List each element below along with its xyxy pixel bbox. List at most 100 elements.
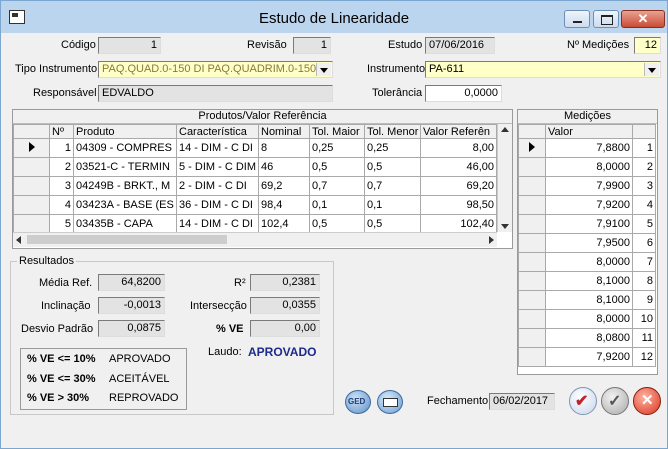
produtos-vertical-scrollbar[interactable] xyxy=(497,124,512,232)
cell-nominal[interactable]: 98,4 xyxy=(258,195,310,215)
medicoes-count-field[interactable]: 12 xyxy=(634,37,661,54)
r2-field[interactable]: 0,2381 xyxy=(250,274,320,291)
cell-valor[interactable]: 8,0000 xyxy=(545,157,633,177)
cell-produto[interactable]: 04309 - COMPRES xyxy=(73,138,177,158)
column-header-produto[interactable]: Produto xyxy=(73,124,177,139)
cell-valor[interactable]: 7,9500 xyxy=(545,233,633,253)
cell-n[interactable]: 4 xyxy=(49,195,74,215)
column-header-valor-referencia[interactable]: Valor Referên xyxy=(420,124,497,139)
cell-caracteristica[interactable]: 14 - DIM - C DI xyxy=(176,138,259,158)
table-row[interactable]: 2 03521-C - TERMIN 5 - DIM - C DIM 46 0,… xyxy=(13,157,497,177)
cell-tol-menor[interactable]: 0,1 xyxy=(364,195,421,215)
cell-produto[interactable]: 03435B - CAPA xyxy=(73,214,177,234)
table-row[interactable]: 5 03435B - CAPA 14 - DIM - C DI 102,4 0,… xyxy=(13,214,497,234)
cell-tol-menor[interactable]: 0,5 xyxy=(364,157,421,177)
produtos-horizontal-scrollbar[interactable] xyxy=(13,232,497,247)
cell-tol-maior[interactable]: 0,5 xyxy=(309,214,365,234)
cell-nominal[interactable]: 69,2 xyxy=(258,176,310,196)
cell-tol-maior[interactable]: 0,7 xyxy=(309,176,365,196)
tolerancia-field[interactable]: 0,0000 xyxy=(425,85,502,102)
cancel-button[interactable]: ✕ xyxy=(633,387,661,415)
cell-n[interactable]: 5 xyxy=(49,214,74,234)
table-row[interactable]: 8,0000 7 xyxy=(518,252,656,272)
scroll-right-icon[interactable] xyxy=(489,236,494,244)
print-button[interactable] xyxy=(377,390,403,414)
cell-nominal[interactable]: 8 xyxy=(258,138,310,158)
cell-nominal[interactable]: 46 xyxy=(258,157,310,177)
table-row[interactable]: 7,9100 5 xyxy=(518,214,656,234)
column-header-tol-menor[interactable]: Tol. Menor xyxy=(364,124,421,139)
cell-valor[interactable]: 7,9900 xyxy=(545,176,633,196)
cell-valor-referencia[interactable]: 8,00 xyxy=(420,138,497,158)
tipo-instrumento-select[interactable]: PAQ.QUAD.0-150 DI PAQ.QUADRIM.0-150 DI xyxy=(98,61,333,78)
cell-tol-menor[interactable]: 0,5 xyxy=(364,214,421,234)
table-row[interactable]: 8,1000 8 xyxy=(518,271,656,291)
scroll-left-icon[interactable] xyxy=(16,236,21,244)
media-ref-field[interactable]: 64,8200 xyxy=(98,274,165,291)
scroll-thumb[interactable] xyxy=(27,235,227,244)
cell-valor[interactable]: 7,9200 xyxy=(545,347,633,367)
cell-valor[interactable]: 8,1000 xyxy=(545,271,633,291)
minimize-button[interactable] xyxy=(564,10,590,28)
cell-caracteristica[interactable]: 5 - DIM - C DIM xyxy=(176,157,259,177)
cell-produto[interactable]: 04249B - BRKT., M xyxy=(73,176,177,196)
chevron-down-icon[interactable] xyxy=(644,63,659,76)
interseccao-field[interactable]: 0,0355 xyxy=(250,297,320,314)
maximize-button[interactable] xyxy=(593,10,619,28)
cell-caracteristica[interactable]: 2 - DIM - C DI xyxy=(176,176,259,196)
cell-n[interactable]: 3 xyxy=(49,176,74,196)
cell-n[interactable]: 2 xyxy=(49,157,74,177)
instrumento-select[interactable]: PA-611 xyxy=(425,61,661,78)
cell-produto[interactable]: 03423A - BASE (ES xyxy=(73,195,177,215)
cell-tol-maior[interactable]: 0,1 xyxy=(309,195,365,215)
table-row[interactable]: 7,9500 6 xyxy=(518,233,656,253)
desvio-padrao-field[interactable]: 0,0875 xyxy=(98,320,165,337)
cell-valor[interactable]: 8,0800 xyxy=(545,328,633,348)
cell-tol-menor[interactable]: 0,25 xyxy=(364,138,421,158)
cell-valor-referencia[interactable]: 69,20 xyxy=(420,176,497,196)
cell-nominal[interactable]: 102,4 xyxy=(258,214,310,234)
cell-tol-maior[interactable]: 0,25 xyxy=(309,138,365,158)
cell-valor-referencia[interactable]: 98,50 xyxy=(420,195,497,215)
codigo-field[interactable]: 1 xyxy=(98,37,161,54)
table-row[interactable]: 1 04309 - COMPRES 14 - DIM - C DI 8 0,25… xyxy=(13,138,497,158)
fechamento-date-field[interactable]: 06/02/2017 xyxy=(489,393,555,410)
cell-valor[interactable]: 8,1000 xyxy=(545,290,633,310)
responsavel-field[interactable]: EDVALDO xyxy=(98,85,333,102)
table-row[interactable]: 7,9900 3 xyxy=(518,176,656,196)
ve-field[interactable]: 0,00 xyxy=(250,320,320,337)
column-header-nominal[interactable]: Nominal xyxy=(258,124,310,139)
column-header-caracteristica[interactable]: Característica xyxy=(176,124,259,139)
cell-valor[interactable]: 8,0000 xyxy=(545,252,633,272)
revisao-field[interactable]: 1 xyxy=(293,37,331,54)
table-row[interactable]: 7,9200 4 xyxy=(518,195,656,215)
cell-valor-referencia[interactable]: 46,00 xyxy=(420,157,497,177)
table-row[interactable]: 7,9200 12 xyxy=(518,347,656,367)
table-row[interactable]: 8,0800 11 xyxy=(518,328,656,348)
table-row[interactable]: 3 04249B - BRKT., M 2 - DIM - C DI 69,2 … xyxy=(13,176,497,196)
cell-valor[interactable]: 7,9100 xyxy=(545,214,633,234)
chevron-down-icon[interactable] xyxy=(316,63,331,76)
cell-tol-menor[interactable]: 0,7 xyxy=(364,176,421,196)
table-row[interactable]: 4 03423A - BASE (ES 36 - DIM - C DI 98,4… xyxy=(13,195,497,215)
column-header-tol-maior[interactable]: Tol. Maior xyxy=(309,124,365,139)
confirm-button[interactable]: ✓ xyxy=(601,387,629,415)
estudo-date-field[interactable]: 07/06/2016 xyxy=(425,37,495,54)
inclinacao-field[interactable]: -0,0013 xyxy=(98,297,165,314)
cell-valor[interactable]: 7,9200 xyxy=(545,195,633,215)
scroll-up-icon[interactable] xyxy=(501,127,509,132)
table-row[interactable]: 8,1000 9 xyxy=(518,290,656,310)
approve-checklist-button[interactable]: ✔ xyxy=(569,387,597,415)
cell-tol-maior[interactable]: 0,5 xyxy=(309,157,365,177)
cell-valor[interactable]: 8,0000 xyxy=(545,309,633,329)
column-header-valor[interactable]: Valor xyxy=(545,124,633,139)
cell-valor-referencia[interactable]: 102,40 xyxy=(420,214,497,234)
column-header-n[interactable]: Nº xyxy=(49,124,74,139)
cell-caracteristica[interactable]: 14 - DIM - C DI xyxy=(176,214,259,234)
cell-n[interactable]: 1 xyxy=(49,138,74,158)
cell-caracteristica[interactable]: 36 - DIM - C DI xyxy=(176,195,259,215)
cell-produto[interactable]: 03521-C - TERMIN xyxy=(73,157,177,177)
scroll-down-icon[interactable] xyxy=(501,224,509,229)
table-row[interactable]: 8,0000 10 xyxy=(518,309,656,329)
cell-valor[interactable]: 7,8800 xyxy=(545,138,633,158)
